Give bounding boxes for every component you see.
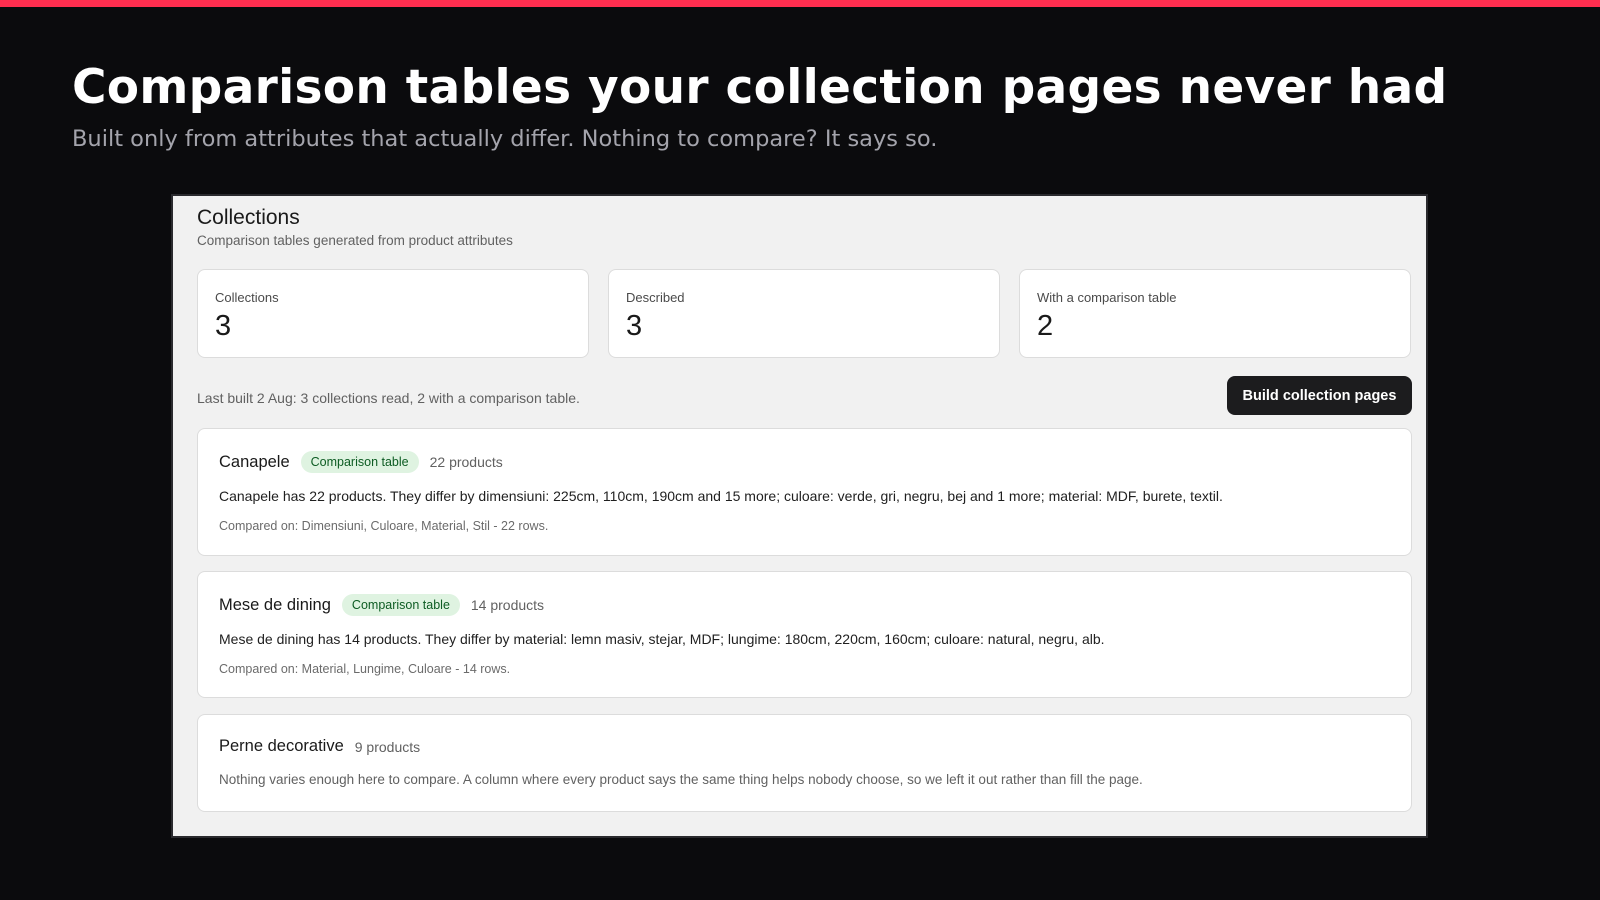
stat-value: 2: [1037, 310, 1054, 342]
collection-name: Canapele: [219, 452, 290, 471]
collection-description: Mese de dining has 14 products. They dif…: [219, 631, 1105, 647]
product-count: 22 products: [429, 454, 503, 470]
product-count: 14 products: [470, 597, 545, 613]
stat-value: 3: [626, 310, 643, 342]
collection-card-perne-decorative[interactable]: Perne decorative 9 products Nothing vari…: [197, 714, 1412, 812]
no-comparison-note: Nothing varies enough here to compare. A…: [219, 772, 1143, 787]
build-collection-pages-button[interactable]: Build collection pages: [1227, 376, 1412, 415]
comparison-table-badge: Comparison table: [300, 451, 419, 473]
page-subtitle: Comparison tables generated from product…: [197, 233, 513, 248]
stat-label: Described: [626, 290, 685, 305]
page-title: Collections: [197, 206, 300, 229]
last-built-status: Last built 2 Aug: 3 collections read, 2 …: [197, 390, 580, 406]
stat-label: Collections: [215, 290, 279, 305]
stat-card-described: Described 3: [608, 269, 1000, 358]
stat-label: With a comparison table: [1037, 290, 1177, 305]
hero-subtitle: Built only from attributes that actually…: [72, 126, 938, 152]
app-window: Collections Comparison tables generated …: [171, 194, 1428, 838]
collection-header: Mese de dining Comparison table 14 produ…: [219, 594, 544, 616]
stat-card-collections: Collections 3: [197, 269, 589, 358]
collection-name: Mese de dining: [219, 595, 331, 614]
collection-description: Canapele has 22 products. They differ by…: [219, 488, 1223, 504]
collection-card-mese-de-dining[interactable]: Mese de dining Comparison table 14 produ…: [197, 571, 1412, 698]
collection-header: Canapele Comparison table 22 products: [219, 451, 503, 473]
stat-card-comparison-table: With a comparison table 2: [1019, 269, 1411, 358]
compared-on: Compared on: Dimensiuni, Culoare, Materi…: [219, 519, 549, 533]
collection-card-canapele[interactable]: Canapele Comparison table 22 products Ca…: [197, 428, 1412, 556]
accent-bar: [0, 0, 1600, 7]
product-count: 9 products: [354, 738, 421, 755]
compared-on: Compared on: Material, Lungime, Culoare …: [219, 662, 511, 676]
collection-name: Perne decorative: [219, 737, 344, 755]
collection-header: Perne decorative 9 products: [219, 737, 420, 756]
stat-value: 3: [215, 310, 232, 342]
hero-title: Comparison tables your collection pages …: [72, 60, 1448, 115]
comparison-table-badge: Comparison table: [341, 594, 460, 616]
